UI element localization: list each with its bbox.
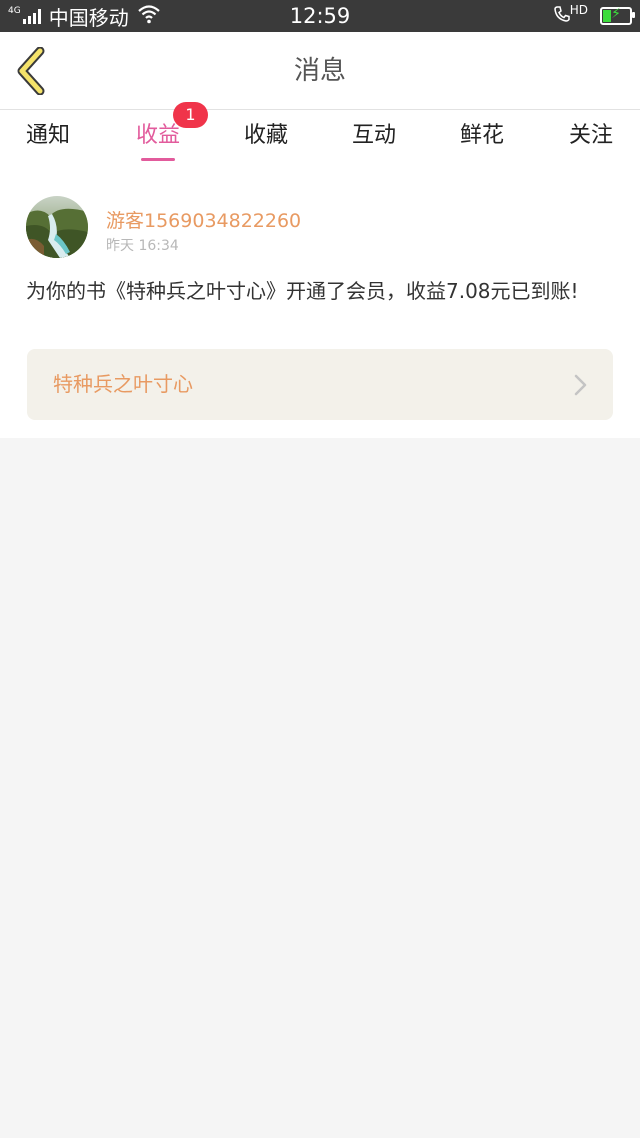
avatar[interactable] (26, 196, 88, 258)
tab-label: 收藏 (243, 123, 288, 148)
message-time: 昨天 16:34 (106, 238, 179, 254)
hd-label: HD (569, 3, 588, 17)
book-title: 特种兵之叶寸心 (53, 372, 193, 396)
tab-favorites[interactable]: 收藏 (212, 110, 320, 168)
page-title: 消息 (293, 56, 346, 86)
clock: 12:59 (289, 4, 351, 28)
phone-icon (552, 4, 572, 28)
sender-name[interactable]: 游客1569034822260 (106, 206, 301, 233)
message-card: 游客1569034822260 昨天 16:34 为你的书《特种兵之叶寸心》开通… (0, 168, 640, 438)
battery-icon: ⚡ (600, 6, 635, 25)
tab-label: 关注 (568, 123, 613, 148)
tab-label: 收益 (135, 123, 180, 148)
tab-interaction[interactable]: 互动 (320, 110, 428, 168)
tab-follow[interactable]: 关注 (537, 110, 640, 168)
status-bar: 4G 中国移动 12:59 HD ⚡ (0, 0, 640, 32)
active-tab-indicator (141, 158, 175, 161)
unread-badge: 1 (173, 102, 208, 128)
message-text: 为你的书《特种兵之叶寸心》开通了会员，收益7.08元已到账! (26, 279, 579, 303)
tab-label: 鲜花 (459, 123, 504, 148)
tab-notice[interactable]: 通知 (0, 110, 102, 168)
book-link-card[interactable]: 特种兵之叶寸心 (27, 349, 613, 420)
tab-bar: 通知 收益 收藏 互动 鲜花 关注 (0, 110, 640, 168)
tab-flowers[interactable]: 鲜花 (428, 110, 536, 168)
tab-label: 通知 (25, 123, 70, 148)
chevron-right-icon (574, 374, 587, 396)
header: 消息 (0, 32, 640, 110)
tab-label: 互动 (351, 123, 396, 148)
